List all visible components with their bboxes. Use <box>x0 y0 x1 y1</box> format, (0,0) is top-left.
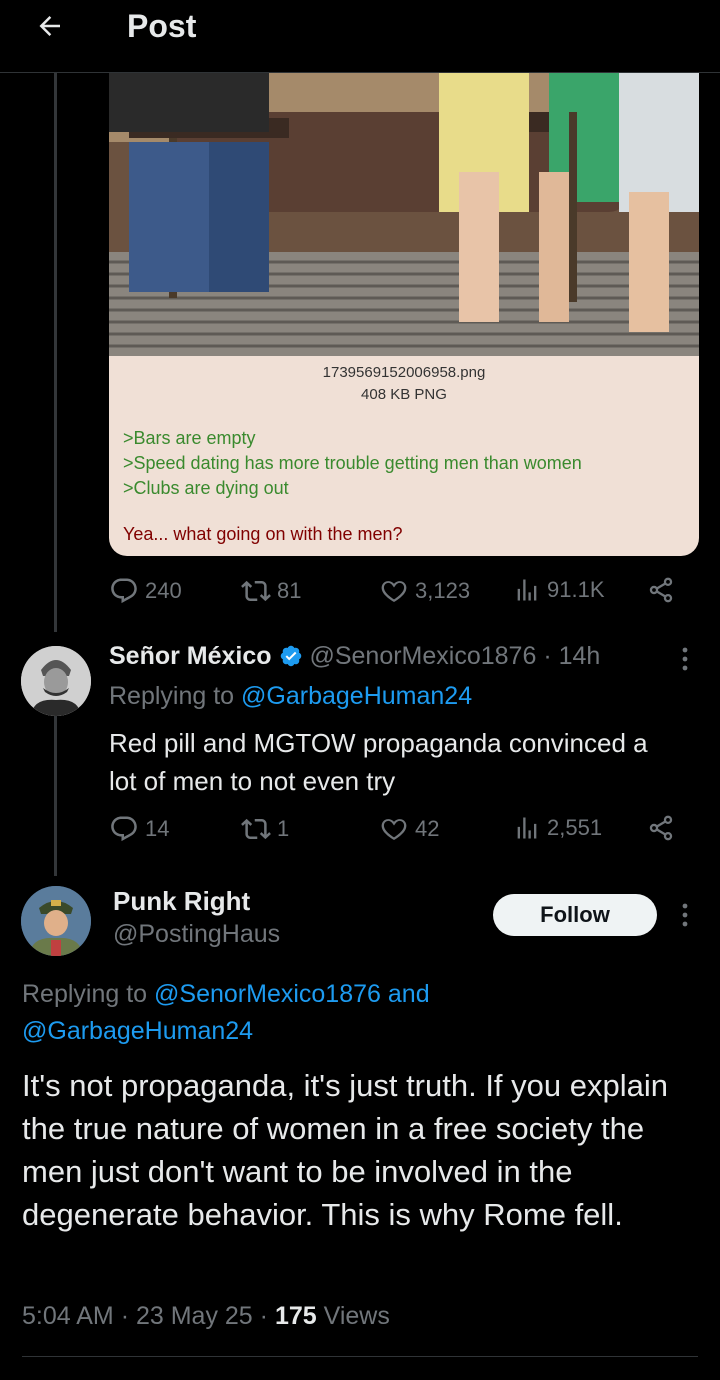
file-name: 1739569152006958.png <box>322 364 486 381</box>
card-question: Yea... what going on with the men? <box>123 524 403 544</box>
replying-to: Replying to @GarbageHuman24 <box>109 682 472 711</box>
reply-icon <box>111 578 137 604</box>
replying-and: and <box>387 980 430 1008</box>
post-date[interactable]: 23 May 25 <box>136 1302 253 1330</box>
like-count: 3,123 <box>415 578 471 603</box>
reply-count: 240 <box>145 578 182 603</box>
reply-button[interactable]: 14 <box>109 814 169 844</box>
avatar[interactable] <box>21 886 91 956</box>
avatar[interactable] <box>21 646 91 716</box>
views-button[interactable]: 91.1K <box>513 576 605 604</box>
greentext: >Bars are empty >Speed dating has more t… <box>123 426 582 501</box>
media-card[interactable]: 1739569152006958.png 408 KB PNG >Bars ar… <box>109 72 699 556</box>
greentext-line: >Clubs are dying out <box>123 478 289 498</box>
reply1-header: Señor México @SenorMexico1876 · 14h <box>109 642 600 671</box>
page-title: Post <box>127 8 197 44</box>
follow-button[interactable]: Follow <box>493 894 657 936</box>
views-label: Views <box>323 1302 390 1330</box>
action-bar: 14 1 42 2,551 <box>109 812 699 848</box>
reply-text: Red pill and MGTOW propaganda convinced … <box>109 724 648 800</box>
display-name[interactable]: Punk Right <box>113 886 250 917</box>
views-button[interactable]: 2,551 <box>513 814 602 842</box>
post-photo <box>109 72 699 356</box>
more-icon <box>682 903 688 927</box>
file-size: 408 KB PNG <box>361 386 447 403</box>
mention-link[interactable]: @GarbageHuman24 <box>241 682 472 710</box>
like-count: 42 <box>415 816 440 841</box>
replying-prefix: Replying to <box>22 980 148 1008</box>
views-icon <box>517 579 537 601</box>
views-count: 2,551 <box>547 815 603 840</box>
more-button[interactable] <box>670 644 700 674</box>
thread-line <box>54 716 57 876</box>
repost-icon <box>241 580 271 602</box>
share-button[interactable] <box>647 576 675 604</box>
share-button[interactable] <box>647 814 675 842</box>
repost-count: 1 <box>277 816 290 841</box>
handle[interactable]: @PostingHaus <box>113 920 280 949</box>
like-icon <box>381 819 407 840</box>
reply-icon <box>111 816 137 842</box>
reply-text-line: Red pill and MGTOW propaganda convinced … <box>109 728 648 758</box>
greentext-line: >Bars are empty <box>123 428 256 448</box>
back-arrow-icon <box>39 16 60 36</box>
handle[interactable]: @SenorMexico1876 <box>309 642 536 670</box>
meta-separator: · <box>120 1302 130 1330</box>
reply-text-line: lot of men to not even try <box>109 766 396 796</box>
reply-button[interactable]: 240 <box>109 576 182 606</box>
greentext-line: >Speed dating has more trouble getting m… <box>123 453 582 473</box>
views-number: 175 <box>274 1302 317 1330</box>
like-button[interactable]: 3,123 <box>379 576 470 606</box>
divider <box>22 1356 698 1357</box>
file-info: 1739569152006958.png 408 KB PNG <box>109 362 699 406</box>
more-icon <box>682 647 688 671</box>
meta-separator: · <box>259 1302 268 1330</box>
verified-badge-icon <box>280 645 301 667</box>
top-bar: Post <box>0 0 720 73</box>
repost-button[interactable]: 81 <box>241 576 301 606</box>
display-name[interactable]: Señor México <box>109 642 272 670</box>
more-button[interactable] <box>670 900 700 930</box>
replying-to: Replying to @SenorMexico1876 and @Garbag… <box>22 976 682 1050</box>
timestamp[interactable]: · 14h <box>543 642 600 670</box>
share-icon <box>649 815 673 841</box>
repost-icon <box>241 818 271 840</box>
thread-line <box>54 72 57 632</box>
views-icon <box>517 817 537 839</box>
like-button[interactable]: 42 <box>379 814 439 844</box>
back-button[interactable] <box>28 6 72 46</box>
like-icon <box>381 581 407 602</box>
post-meta: 5:04 AM · 23 May 25 · 175 Views <box>22 1302 390 1331</box>
post-text: It's not propaganda, it's just truth. If… <box>22 1068 668 1232</box>
mention-link[interactable]: @GarbageHuman24 <box>22 1017 253 1045</box>
repost-count: 81 <box>277 578 302 603</box>
mention-link[interactable]: @SenorMexico1876 <box>154 980 381 1008</box>
share-icon <box>649 577 673 603</box>
post-time[interactable]: 5:04 AM <box>22 1302 114 1330</box>
repost-button[interactable]: 1 <box>241 814 289 844</box>
replying-prefix: Replying to <box>109 682 235 710</box>
reply-count: 14 <box>145 816 170 841</box>
action-bar: 240 81 3,123 91.1K <box>109 574 699 610</box>
views-count: 91.1K <box>547 577 605 602</box>
